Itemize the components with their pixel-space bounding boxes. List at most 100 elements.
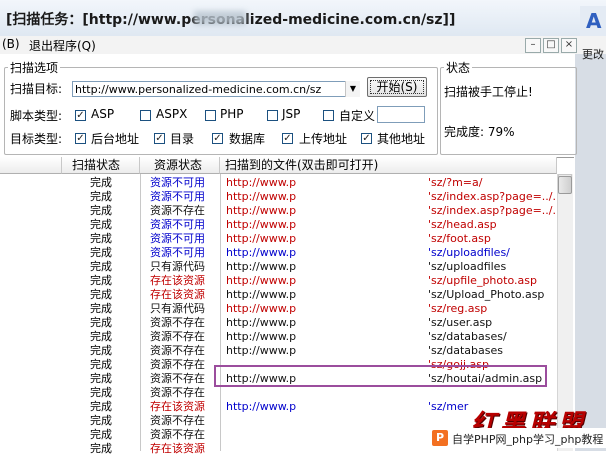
cell-url[interactable]: http://www.p: [226, 204, 296, 218]
cell-path[interactable]: 'sz/foot.asp: [428, 232, 560, 246]
other-path-label: 其他地址: [377, 132, 426, 146]
cell-url[interactable]: http://www.p: [226, 288, 296, 302]
cell-resource-status[interactable]: 只有源代码: [150, 302, 218, 316]
cell-path[interactable]: 'sz/user.asp: [428, 316, 560, 330]
cell-resource-status[interactable]: 资源不存在: [150, 428, 218, 442]
checkbox-database[interactable]: ✓: [212, 133, 223, 144]
cell-path[interactable]: [428, 386, 560, 400]
cell-path[interactable]: 'sz/Upload_Photo.asp: [428, 288, 560, 302]
target-url-input[interactable]: http://www.personalized-medicine.com.cn/…: [72, 81, 360, 97]
cell-path[interactable]: 'sz/head.asp: [428, 218, 560, 232]
cell-url[interactable]: [226, 442, 296, 456]
maximize-button[interactable]: □: [543, 38, 559, 53]
cell-scan-status[interactable]: 完成: [70, 428, 132, 442]
cell-resource-status[interactable]: 存在该资源: [150, 442, 218, 456]
cell-url[interactable]: [226, 386, 296, 400]
checkbox-upload-path[interactable]: ✓: [282, 133, 293, 144]
column-header-scan-status[interactable]: 扫描状态: [62, 157, 140, 174]
cell-scan-status[interactable]: 完成: [70, 190, 132, 204]
checkbox-custom[interactable]: [323, 110, 334, 121]
cell-scan-status[interactable]: 完成: [70, 302, 132, 316]
cell-path[interactable]: 'sz/index.asp?page=../../: [428, 190, 560, 204]
cell-url[interactable]: http://www.p: [226, 400, 296, 414]
cell-resource-status[interactable]: 资源不可用: [150, 232, 218, 246]
cell-resource-status[interactable]: 资源不可用: [150, 246, 218, 260]
cell-path[interactable]: 'sz/databases: [428, 344, 560, 358]
cell-path[interactable]: 'sz/uploadfiles: [428, 260, 560, 274]
checkbox-other-path[interactable]: ✓: [361, 133, 372, 144]
cell-scan-status[interactable]: 完成: [70, 288, 132, 302]
checkbox-admin-path[interactable]: ✓: [75, 133, 86, 144]
cell-path[interactable]: 'sz/upfile_photo.asp: [428, 274, 560, 288]
cell-scan-status[interactable]: 完成: [70, 372, 132, 386]
annotation-highlight-box: [214, 365, 547, 387]
cell-url[interactable]: [226, 414, 296, 428]
cell-url[interactable]: http://www.p: [226, 330, 296, 344]
cell-resource-status[interactable]: 资源不存在: [150, 204, 218, 218]
column-header-blank[interactable]: [0, 157, 62, 174]
start-button[interactable]: 开始(S): [367, 77, 427, 97]
cell-path[interactable]: 'sz/uploadfiles/: [428, 246, 560, 260]
cell-resource-status[interactable]: 资源不可用: [150, 190, 218, 204]
status-message: 扫描被手工停止!: [444, 85, 533, 99]
menu-item-exit[interactable]: 退出程序(Q): [29, 37, 96, 54]
cell-scan-status[interactable]: 完成: [70, 442, 132, 456]
app-side-icon: A: [580, 6, 606, 36]
cell-resource-status[interactable]: 资源不存在: [150, 330, 218, 344]
custom-extension-input[interactable]: [377, 106, 425, 123]
cell-url[interactable]: http://www.p: [226, 316, 296, 330]
checkbox-jsp[interactable]: [267, 110, 278, 121]
cell-resource-status[interactable]: 存在该资源: [150, 400, 218, 414]
cell-scan-status[interactable]: 完成: [70, 386, 132, 400]
checkbox-aspx[interactable]: [140, 110, 151, 121]
cell-path[interactable]: 'sz/reg.asp: [428, 302, 560, 316]
cell-url[interactable]: http://www.p: [226, 246, 296, 260]
cell-url[interactable]: http://www.p: [226, 232, 296, 246]
cell-path[interactable]: 'sz/databases/: [428, 330, 560, 344]
cell-resource-status[interactable]: 资源不可用: [150, 176, 218, 190]
cell-url[interactable]: http://www.p: [226, 302, 296, 316]
chevron-down-icon[interactable]: ▼: [345, 81, 360, 97]
cell-resource-status[interactable]: 资源不存在: [150, 386, 218, 400]
cell-resource-status[interactable]: 只有源代码: [150, 260, 218, 274]
cell-scan-status[interactable]: 完成: [70, 204, 132, 218]
cell-url[interactable]: http://www.p: [226, 260, 296, 274]
checkbox-directory[interactable]: ✓: [154, 133, 165, 144]
cell-resource-status[interactable]: 资源不存在: [150, 358, 218, 372]
cell-path[interactable]: 'sz/index.asp?page=../../: [428, 204, 560, 218]
cell-scan-status[interactable]: 完成: [70, 274, 132, 288]
cell-scan-status[interactable]: 完成: [70, 400, 132, 414]
cell-resource-status[interactable]: 存在该资源: [150, 288, 218, 302]
column-header-found-file[interactable]: 扫描到的文件(双击即可打开): [220, 157, 557, 174]
cell-scan-status[interactable]: 完成: [70, 316, 132, 330]
cell-scan-status[interactable]: 完成: [70, 176, 132, 190]
close-button[interactable]: ×: [561, 38, 577, 53]
column-header-resource-status[interactable]: 资源状态: [140, 157, 220, 174]
cell-url[interactable]: http://www.p: [226, 218, 296, 232]
cell-scan-status[interactable]: 完成: [70, 358, 132, 372]
cell-url[interactable]: http://www.p: [226, 176, 296, 190]
cell-path[interactable]: 'sz/?m=a/: [428, 176, 560, 190]
cell-resource-status[interactable]: 资源不存在: [150, 344, 218, 358]
menu-item-b[interactable]: (B): [2, 37, 20, 51]
cell-scan-status[interactable]: 完成: [70, 218, 132, 232]
cell-scan-status[interactable]: 完成: [70, 344, 132, 358]
cell-scan-status[interactable]: 完成: [70, 232, 132, 246]
cell-resource-status[interactable]: 资源不存在: [150, 414, 218, 428]
minimize-button[interactable]: –: [525, 38, 541, 53]
cell-url[interactable]: [226, 428, 296, 442]
cell-url[interactable]: http://www.p: [226, 190, 296, 204]
cell-resource-status[interactable]: 资源不存在: [150, 372, 218, 386]
cell-scan-status[interactable]: 完成: [70, 260, 132, 274]
checkbox-asp[interactable]: ✓: [75, 110, 86, 121]
cell-url[interactable]: http://www.p: [226, 344, 296, 358]
cell-resource-status[interactable]: 存在该资源: [150, 274, 218, 288]
cell-scan-status[interactable]: 完成: [70, 246, 132, 260]
scrollbar-thumb[interactable]: [558, 176, 572, 194]
cell-resource-status[interactable]: 资源不存在: [150, 316, 218, 330]
cell-resource-status[interactable]: 资源不可用: [150, 218, 218, 232]
cell-scan-status[interactable]: 完成: [70, 414, 132, 428]
checkbox-php[interactable]: [205, 110, 216, 121]
cell-url[interactable]: http://www.p: [226, 274, 296, 288]
cell-scan-status[interactable]: 完成: [70, 330, 132, 344]
